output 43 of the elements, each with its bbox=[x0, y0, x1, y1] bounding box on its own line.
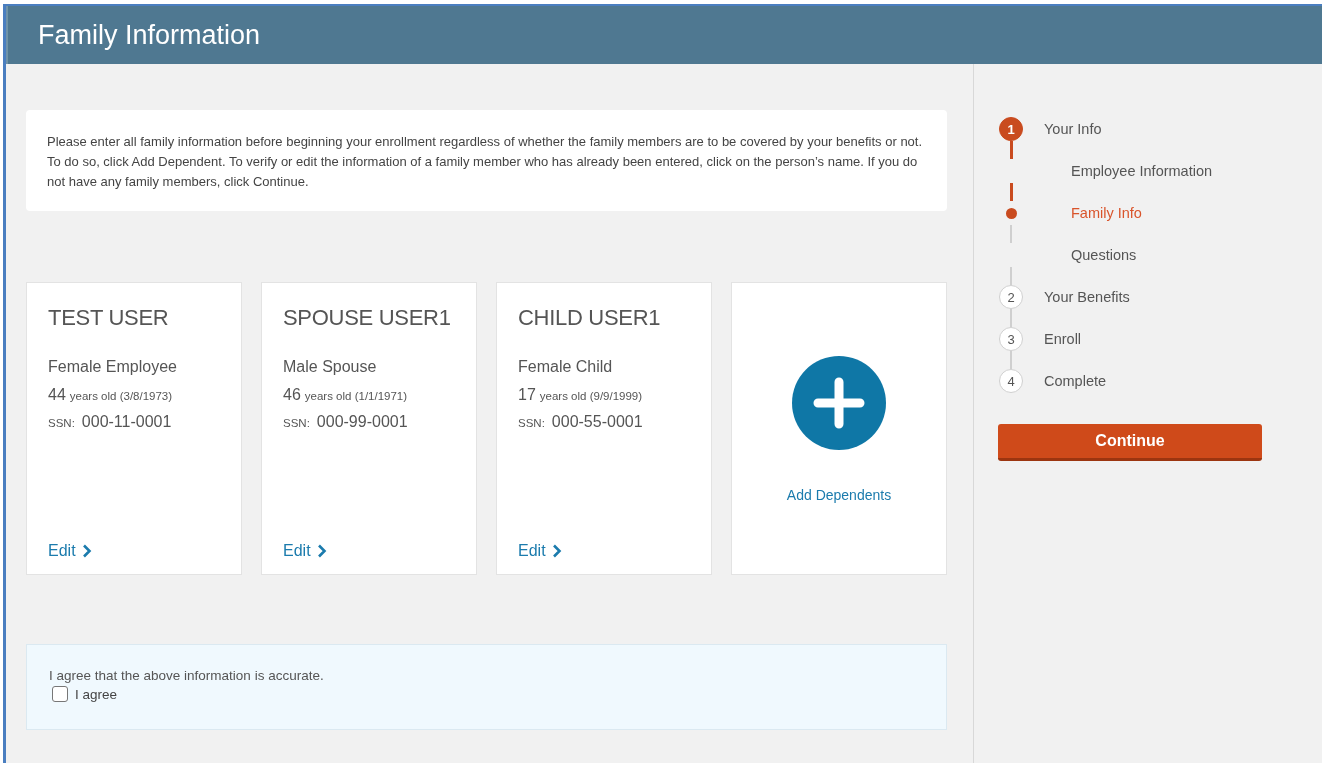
step-label[interactable]: Enroll bbox=[1044, 331, 1082, 347]
continue-button[interactable]: Continue bbox=[998, 424, 1262, 461]
ssn-value: 000-99-0001 bbox=[316, 413, 408, 431]
member-age: 46 bbox=[283, 386, 301, 404]
member-description: Male Spouse bbox=[283, 358, 378, 376]
add-icon[interactable] bbox=[792, 356, 886, 450]
member-birthdate: years old (9/9/1999) bbox=[539, 390, 643, 402]
step-label[interactable]: Your Benefits bbox=[1044, 289, 1130, 305]
step-number: 4 bbox=[999, 369, 1023, 393]
substep-label[interactable]: Family Info bbox=[1071, 205, 1142, 221]
member-name[interactable]: TEST USER bbox=[48, 305, 220, 331]
substep-label[interactable]: Questions bbox=[1071, 247, 1137, 263]
agreement-text: I agree that the above information is accurate. bbox=[49, 668, 325, 683]
add-dependents-link[interactable]: Add Dependents bbox=[786, 487, 892, 503]
ssn-label: SSN: bbox=[518, 417, 545, 429]
step-label[interactable]: Your Info bbox=[1044, 121, 1102, 137]
ssn-value: 000-55-0001 bbox=[551, 413, 643, 431]
member-description: Female Employee bbox=[48, 358, 178, 376]
substep-label[interactable]: Employee Information bbox=[1071, 163, 1213, 179]
chevron-right-icon bbox=[316, 544, 327, 558]
step-number: 3 bbox=[999, 327, 1023, 351]
member-description: Female Child bbox=[518, 358, 614, 376]
edit-link[interactable]: Edit bbox=[283, 542, 311, 560]
member-age: 44 bbox=[48, 386, 66, 404]
edit-link[interactable]: Edit bbox=[518, 542, 546, 560]
edit-link[interactable]: Edit bbox=[48, 542, 76, 560]
member-birthdate: years old (3/8/1973) bbox=[69, 390, 173, 402]
page-title: Family Information bbox=[38, 19, 261, 51]
member-name[interactable]: SPOUSE USER1 bbox=[283, 305, 455, 331]
member-age: 17 bbox=[518, 386, 536, 404]
ssn-label: SSN: bbox=[283, 417, 310, 429]
chevron-right-icon bbox=[81, 544, 92, 558]
member-birthdate: years old (1/1/1971) bbox=[304, 390, 408, 402]
ssn-label: SSN: bbox=[48, 417, 75, 429]
step-label[interactable]: Complete bbox=[1044, 373, 1107, 389]
checkbox-label[interactable]: I agree bbox=[75, 686, 118, 702]
agree-checkbox[interactable] bbox=[52, 686, 68, 702]
step-number: 2 bbox=[999, 285, 1023, 309]
member-name[interactable]: CHILD USER1 bbox=[518, 305, 690, 331]
step-number: 1 bbox=[999, 117, 1023, 141]
ssn-value: 000-11-0001 bbox=[81, 413, 172, 431]
intro-text: Please enter all family information before beginning your enrollment regardless of whether the family members are to be covered by your benefits or not. To do so, click Add Dependent. To verify or edit the information of a family member who has already been entered, click on the person’s name. If you do not have any family members, click Continue. bbox=[47, 133, 924, 191]
chevron-right-icon bbox=[551, 544, 562, 558]
